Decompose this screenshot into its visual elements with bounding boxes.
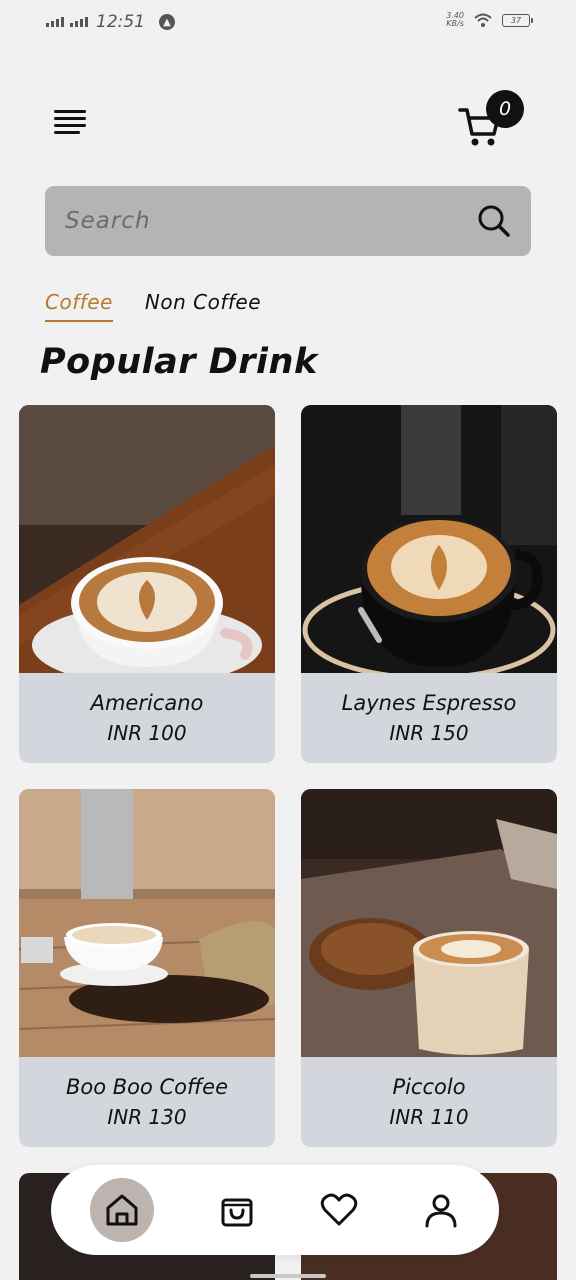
signal-icon [46,17,64,27]
product-name: Laynes Espresso [341,691,517,715]
cart-count-badge: 0 [486,90,524,128]
nav-home[interactable] [90,1178,154,1242]
product-image [19,405,275,673]
status-right: 3.40 KB/s 37 [446,11,533,28]
category-tabs: Coffee Non Coffee [45,290,261,322]
product-info: Boo Boo Coffee INR 130 [19,1057,275,1147]
section-title: Popular Drink [40,342,318,382]
product-name: Boo Boo Coffee [65,1075,229,1099]
signal-icon [70,17,88,27]
shopping-bag-icon [221,1198,253,1227]
product-price: INR 130 [107,1105,187,1129]
nav-profile[interactable] [409,1178,473,1242]
product-card[interactable]: Piccolo INR 110 [301,789,557,1147]
profile-icon [425,1194,457,1228]
product-card[interactable]: Boo Boo Coffee INR 130 [19,789,275,1147]
product-name: Americano [90,691,204,715]
wifi-icon [474,13,492,27]
product-info: Piccolo INR 110 [301,1057,557,1147]
heart-icon [320,1193,358,1226]
search-icon[interactable] [477,204,511,238]
product-price: INR 100 [107,721,187,745]
search-input[interactable] [65,208,477,234]
nav-favorites[interactable] [307,1178,371,1242]
product-price: INR 150 [389,721,469,745]
status-bar: 12:51 ▲ 3.40 KB/s 37 [0,0,576,46]
product-image [301,405,557,673]
cart-button[interactable]: 0 [458,90,528,150]
nav-shopping-bag[interactable] [205,1178,269,1242]
home-icon [106,1194,138,1226]
product-card[interactable]: Americano INR 100 [19,405,275,763]
product-image [19,789,275,1057]
tab-non-coffee[interactable]: Non Coffee [145,290,261,322]
product-info: Laynes Espresso INR 150 [301,673,557,763]
hamburger-menu-icon[interactable] [54,110,86,134]
network-speed: 3.40 KB/s [446,11,464,28]
bottom-navigation [51,1165,499,1255]
product-price: INR 110 [389,1105,469,1129]
tab-coffee[interactable]: Coffee [45,290,113,322]
battery-icon: 37 [502,13,533,27]
navigation-app-icon: ▲ [159,14,175,30]
product-image [301,789,557,1057]
product-info: Americano INR 100 [19,673,275,763]
search-bar [45,186,531,256]
product-card[interactable]: Laynes Espresso INR 150 [301,405,557,763]
product-name: Piccolo [392,1075,466,1099]
home-indicator [250,1274,326,1278]
status-time: 12:51 [96,12,145,32]
status-left: 12:51 ▲ [46,12,175,32]
